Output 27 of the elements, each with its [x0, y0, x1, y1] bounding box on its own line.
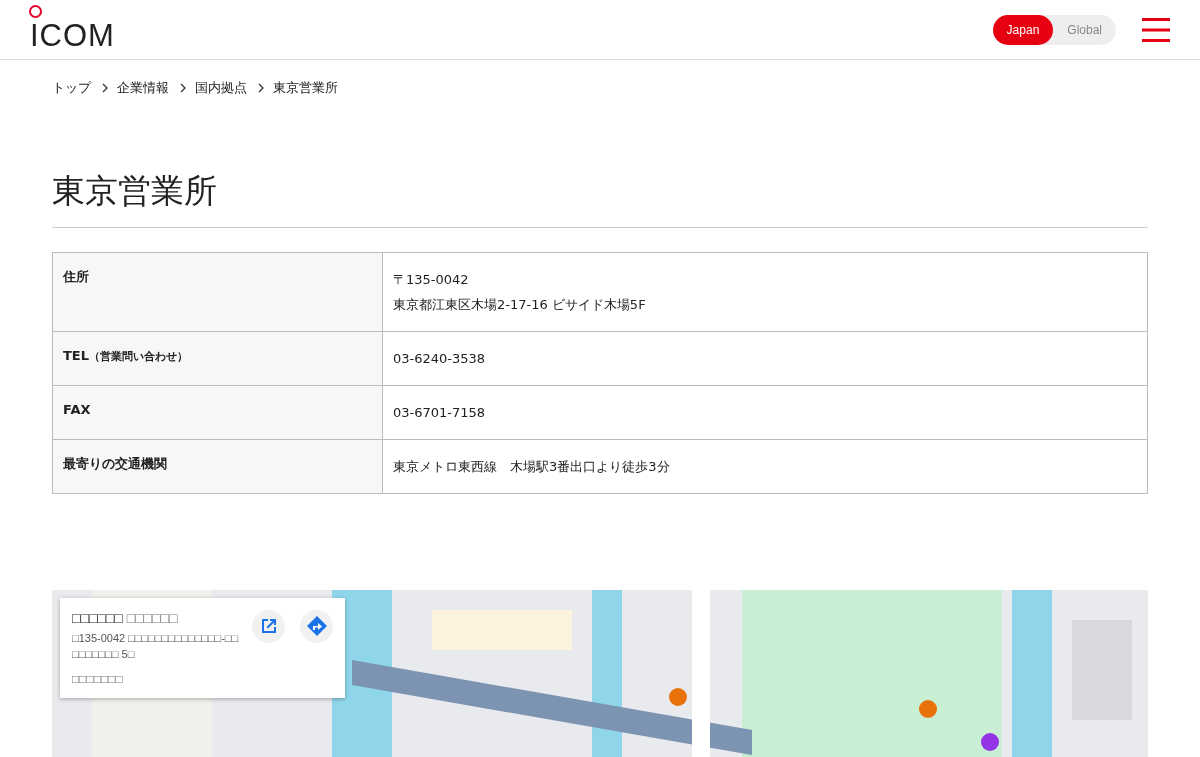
- external-link-icon: [259, 617, 278, 636]
- table-cell-text: 〒135-0042: [393, 270, 470, 289]
- directions-icon: [306, 616, 327, 637]
- region-button[interactable]: Japan: [992, 14, 1054, 45]
- table-header-cell: 住所: [52, 252, 383, 332]
- table-header-cell: FAX: [52, 385, 383, 440]
- chevron-icon: [180, 83, 186, 93]
- breadcrumb-link[interactable]: 企業情報: [117, 79, 169, 97]
- map-link[interactable]: □□□□□□□: [72, 671, 123, 686]
- breadcrumb-link[interactable]: トップ: [52, 79, 91, 97]
- table-cell-text: 03-6701-7158: [393, 403, 487, 422]
- place-address: □135-0042 □□□□□□□□□□□□□□-□□ □□□□□□□ 5□: [72, 630, 240, 662]
- breadcrumb-link[interactable]: 国内拠点: [195, 79, 247, 97]
- page-title: 東京営業所: [52, 116, 1148, 228]
- table-cell-text: 03-6240-3538: [393, 349, 487, 368]
- chevron-icon: [102, 83, 108, 93]
- table-header-cell: TEL（営業問い合わせ）: [52, 331, 383, 386]
- table-cell-text: 東京メトロ東西線 木場駅3番出口より徒歩3分: [393, 457, 671, 476]
- breadcrumb-link[interactable]: 東京営業所: [273, 79, 338, 97]
- menu-icon[interactable]: [1142, 17, 1170, 42]
- logo[interactable]: ICOM: [30, 8, 115, 51]
- directions-button[interactable]: [300, 609, 333, 643]
- table-cell-text: 東京都江東区木場2-17-16 ビサイド木場5F: [393, 295, 647, 314]
- table-header-cell: 最寄りの交通機関: [52, 439, 383, 494]
- open-external-button[interactable]: [252, 609, 285, 643]
- chevron-icon: [258, 83, 264, 93]
- place-title: □□□□□□ □□□□□□: [72, 609, 179, 626]
